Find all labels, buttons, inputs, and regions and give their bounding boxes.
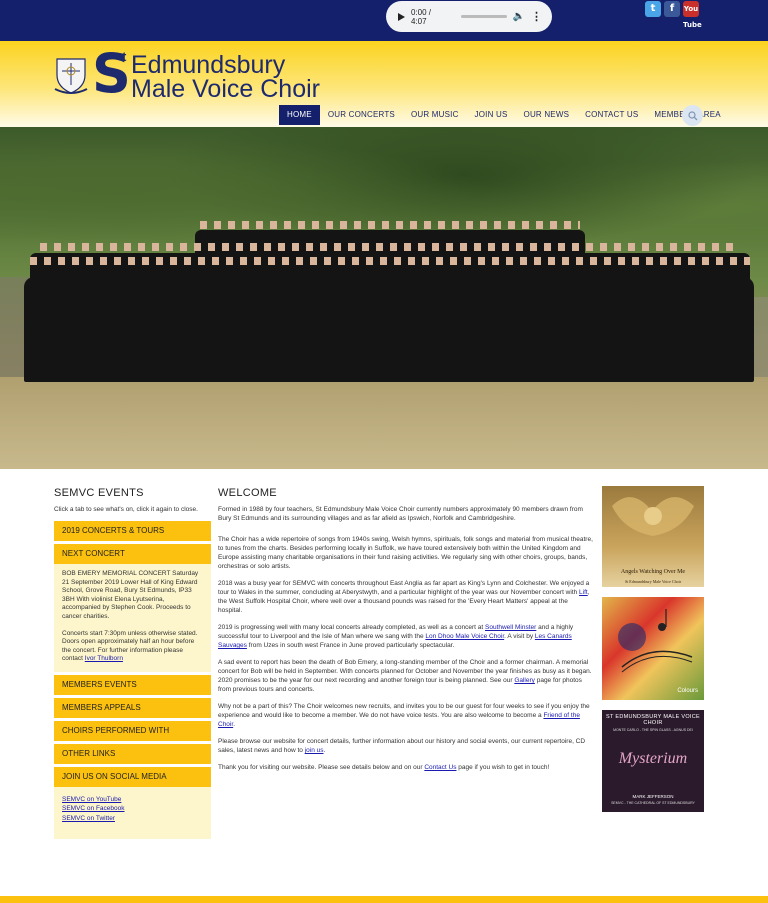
facebook-icon[interactable]: f [664,1,680,17]
volume-icon[interactable]: 🔈 [513,11,525,22]
top-bar: 0:00 / 4:07 🔈 ⋮ t f You Tube [0,0,768,41]
join-us-link[interactable]: join us [305,747,324,754]
lift-link[interactable]: Lift [579,589,588,596]
logo-line2: Male Voice Choir [131,75,320,103]
cd3-conductor: MARK JEFFERSON [632,794,674,799]
cd3-subtitle: MONTE CARLO - THE SPIN GLASS - AGNUS DEI [613,728,693,732]
audio-player[interactable]: 0:00 / 4:07 🔈 ⋮ [386,1,552,32]
tab-members-appeals[interactable]: MEMBERS APPEALS [54,697,211,718]
next-concert-panel: BOB EMERY MEMORIAL CONCERT Saturday 21 S… [54,564,211,672]
search-icon [687,110,697,120]
cd3-footer: SEMVC - THE CATHEDRAL OF ST EDMUNDSBURY [611,801,695,805]
cd1-title: Angels Watching Over Me [620,569,686,575]
welcome-section: WELCOME Formed in 1988 by four teachers,… [218,487,593,772]
welcome-p3: 2018 was a busy year for SEMVC with conc… [218,580,590,614]
tab-next-concert[interactable]: NEXT CONCERT [54,544,211,564]
concert-info: Concerts start 7:30pm unless otherwise s… [62,629,198,663]
welcome-p5: A sad event to report has been the death… [218,659,592,693]
choir-heads-back [200,221,580,229]
tab-members-events[interactable]: MEMBERS EVENTS [54,674,211,695]
twitter-link[interactable]: SEMVC on Twitter [62,815,115,822]
southwell-link[interactable]: Southwell Minster [485,624,536,631]
events-title: SEMVC EVENTS [54,487,144,499]
audio-time: 0:00 / 4:07 [411,7,432,26]
cd1-subtitle: St Edmundsbury Male Voice Choir [624,579,682,584]
events-sidebar: SEMVC EVENTS Click a tab to see what's o… [54,487,211,839]
audio-progress-track[interactable] [460,15,507,18]
welcome-p4: 2019 is progressing well with many local… [218,624,574,649]
cd3-title: Mysterium [618,750,688,767]
choir-heads-front [30,257,750,265]
next-concert-details: BOB EMERY MEMORIAL CONCERT Saturday 21 S… [62,570,199,620]
choir-front-row [24,277,754,382]
music-notes-icon [618,609,693,673]
main-nav: HOME OUR CONCERTS OUR MUSIC JOIN US OUR … [279,105,729,125]
choir-heads-middle [40,243,740,251]
nav-our-music[interactable]: OUR MUSIC [403,105,467,125]
choir-crest-icon [54,58,88,94]
facebook-link[interactable]: SEMVC on Facebook [62,805,125,812]
social-links-panel: SEMVC on YouTube SEMVC on Facebook SEMVC… [54,786,211,839]
nav-join-us[interactable]: JOIN US [467,105,516,125]
photo-grass [0,377,768,469]
youtube-icon[interactable]: You Tube [683,1,702,29]
tab-other-links[interactable]: OTHER LINKS [54,743,211,764]
tab-social-media[interactable]: JOIN US ON SOCIAL MEDIA [54,766,211,787]
nav-contact-us[interactable]: CONTACT US [577,105,646,125]
gallery-link[interactable]: Gallery [514,677,535,684]
nav-our-concerts[interactable]: OUR CONCERTS [320,105,403,125]
contact-us-link[interactable]: Contact Us [424,764,456,771]
welcome-p6: Why not be a part of this? The Choir wel… [218,703,590,728]
lon-dhoo-link[interactable]: Lon Dhoo Male Voice Choir [425,633,504,640]
social-icons: t f You Tube [645,1,702,29]
welcome-p7: Please browse our website for concert de… [218,738,586,754]
events-intro: Click a tab to see what's on, click it a… [54,506,198,513]
logo-t: t [122,49,127,64]
youtube-link[interactable]: SEMVC on YouTube [62,796,121,803]
tab-choirs-performed-with[interactable]: CHOIRS PERFORMED WITH [54,720,211,741]
more-options-icon[interactable]: ⋮ [531,10,542,23]
nav-home[interactable]: HOME [279,105,320,125]
welcome-p2: The Choir has a wide repertoire of songs… [218,536,593,570]
cd-cover-colours[interactable]: Colours [602,597,704,700]
cd3-header: ST EDMUNDSBURY MALE VOICE CHOIR [606,714,700,726]
welcome-p8: Thank you for visiting our website. Plea… [218,764,550,771]
cd2-label: Colours [677,688,698,694]
search-button[interactable] [682,105,703,126]
twitter-icon[interactable]: t [645,1,661,17]
welcome-title: WELCOME [218,487,277,499]
cd-cover-angels[interactable]: Angels Watching Over Me St Edmundsbury M… [602,486,704,587]
welcome-p1: Formed in 1988 by four teachers, St Edmu… [218,506,583,522]
tab-2019-concerts[interactable]: 2019 CONCERTS & TOURS [54,521,211,541]
nav-our-news[interactable]: OUR NEWS [516,105,578,125]
footer-bar [0,896,768,903]
contact-link[interactable]: Ivor Thulborn [85,655,123,662]
play-icon[interactable] [398,12,405,21]
cd-cover-mysterium[interactable]: ST EDMUNDSBURY MALE VOICE CHOIR MONTE CA… [602,710,704,812]
site-header: S t Edmundsbury Male Voice Choir HOME OU… [0,41,768,127]
angel-icon [612,497,694,536]
choir-photo [0,127,768,469]
